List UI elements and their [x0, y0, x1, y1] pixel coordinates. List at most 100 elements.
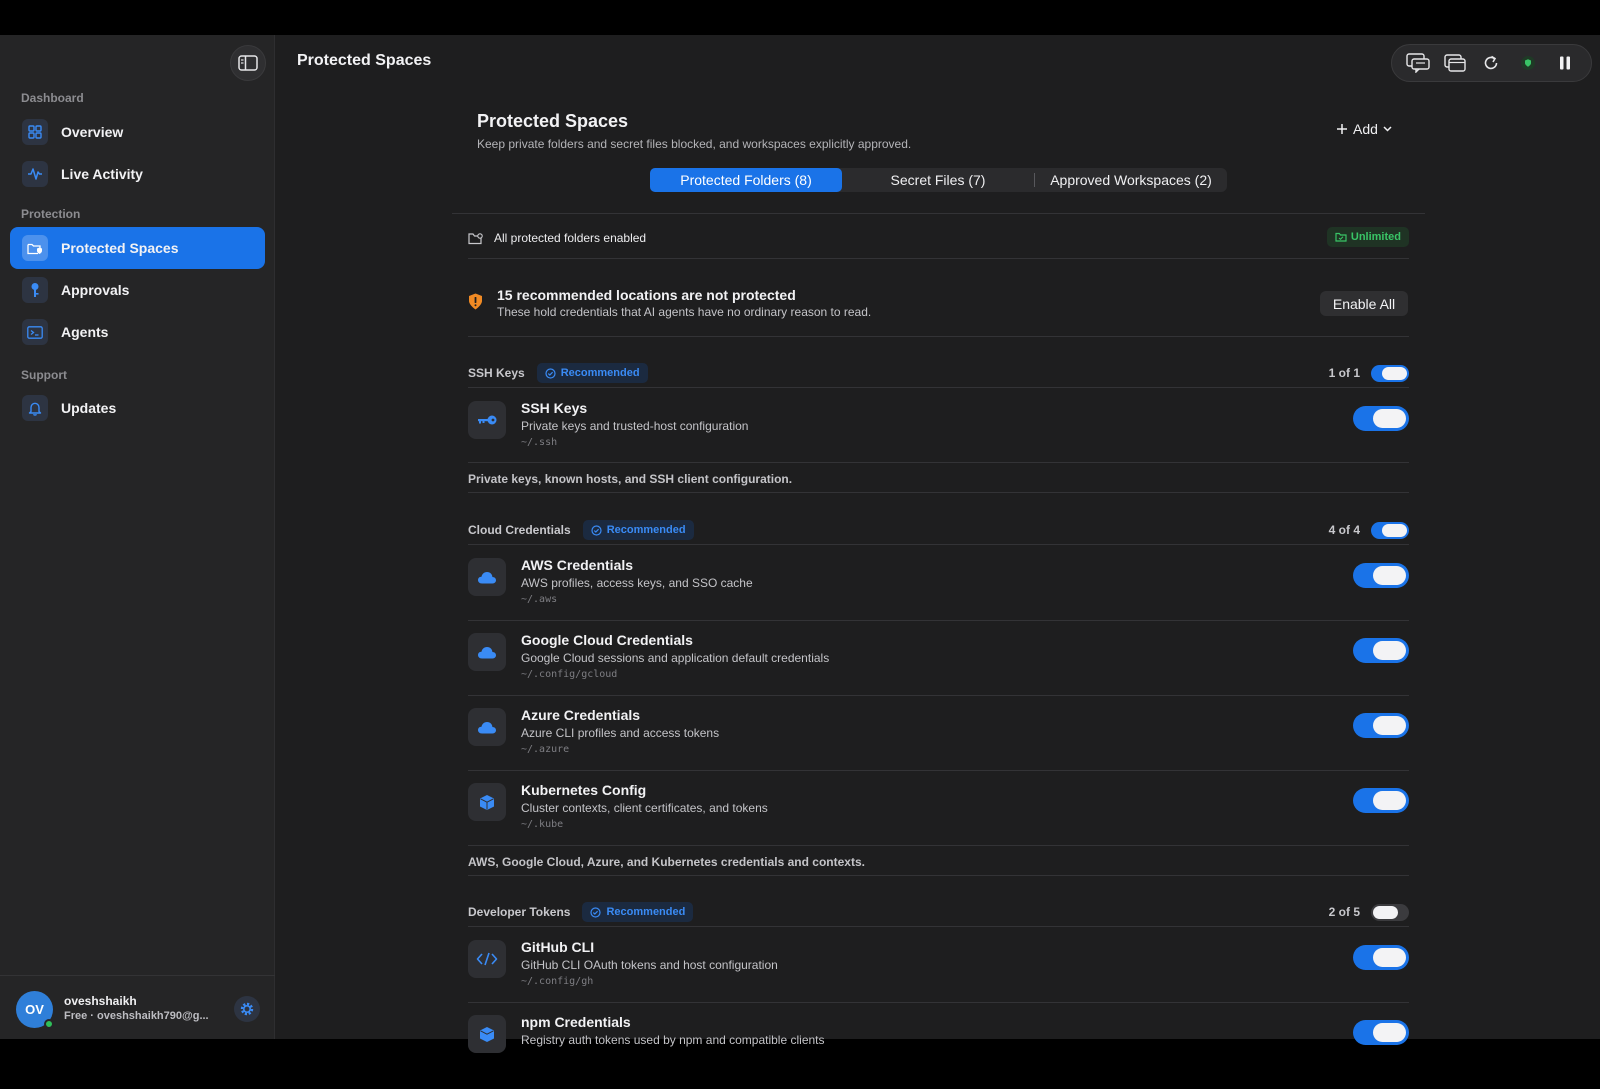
item-description: GitHub CLI OAuth tokens and host configu… [521, 958, 778, 972]
terminal-icon [22, 319, 48, 345]
group-toggle-ssh-keys[interactable] [1371, 364, 1409, 382]
divider [468, 1002, 1409, 1003]
item-toggle[interactable] [1353, 638, 1409, 663]
item-title: npm Credentials [521, 1014, 631, 1030]
section-subtitle: Keep private folders and secret files bl… [477, 137, 912, 151]
item-toggle[interactable] [1353, 945, 1409, 970]
pause-button[interactable] [1550, 48, 1580, 78]
key-icon [468, 401, 506, 439]
tab-secret-files[interactable]: Secret Files (7) [842, 168, 1034, 192]
app-window: Dashboard Overview Live Activity Protect… [0, 35, 1600, 1053]
cube-icon [468, 783, 506, 821]
group-header-cloud-credentials: Cloud Credentials Recommended 4 of 4 [468, 519, 1409, 541]
group-note: AWS, Google Cloud, Azure, and Kubernetes… [468, 855, 865, 869]
item-description: Google Cloud sessions and application de… [521, 651, 830, 665]
item-description: Private keys and trusted-host configurat… [521, 419, 749, 433]
item-title: AWS Credentials [521, 557, 634, 573]
toggle-knob [1373, 905, 1398, 919]
divider [468, 336, 1409, 337]
sidebar-item-agents[interactable]: Agents [10, 311, 265, 353]
item-toggle[interactable] [1353, 1020, 1409, 1045]
pause-icon [1559, 56, 1570, 70]
sidebar-item-protected-spaces[interactable]: Protected Spaces [10, 227, 265, 269]
sidebar-item-label: Approvals [61, 282, 130, 298]
cloud-icon [468, 708, 506, 746]
item-toggle[interactable] [1353, 713, 1409, 738]
item-path: ~/.aws [521, 594, 558, 605]
chevron-down-icon [1383, 126, 1392, 132]
sidebar-item-approvals[interactable]: Approvals [10, 269, 265, 311]
divider [468, 462, 1409, 463]
item-description: Cluster contexts, client certificates, a… [521, 801, 768, 815]
sidebar-item-overview[interactable]: Overview [10, 111, 265, 153]
status-row: All protected folders enabled Unlimited [468, 223, 1409, 253]
item-path: ~/.azure [521, 744, 570, 755]
group-header-developer-tokens: Developer Tokens Recommended 2 of 5 [468, 901, 1409, 923]
item-toggle[interactable] [1353, 788, 1409, 813]
sidebar-item-updates[interactable]: Updates [10, 387, 265, 429]
sidebar-toggle-button[interactable] [230, 45, 266, 81]
group-toggle-cloud-credentials[interactable] [1371, 521, 1409, 539]
key-icon [22, 277, 48, 303]
toggle-knob [1373, 1023, 1406, 1042]
sidebar: Dashboard Overview Live Activity Protect… [0, 35, 275, 1039]
item-title: Google Cloud Credentials [521, 632, 693, 648]
check-circle-icon [591, 524, 602, 536]
divider [468, 875, 1409, 876]
group-count: 1 of 1 [1328, 366, 1360, 380]
item-path: ~/.ssh [521, 437, 558, 448]
add-button-label: Add [1353, 121, 1378, 137]
chat-button[interactable] [1403, 48, 1433, 78]
add-button[interactable]: Add [1336, 121, 1392, 137]
item-title: Kubernetes Config [521, 782, 647, 798]
divider [468, 387, 1409, 388]
sidebar-item-label: Protected Spaces [61, 240, 179, 256]
code-icon [468, 940, 506, 978]
sidebar-item-label: Overview [61, 124, 124, 140]
protection-status-button[interactable] [1513, 48, 1543, 78]
warning-shield-icon [469, 293, 482, 310]
item-path: ~/.kube [521, 819, 564, 830]
recommended-badge: Recommended [536, 363, 648, 383]
group-header-ssh-keys: SSH Keys Recommended 1 of 1 [468, 362, 1409, 384]
online-status-dot [44, 1019, 54, 1029]
group-toggle-developer-tokens[interactable] [1371, 903, 1409, 921]
plus-icon [1337, 124, 1347, 134]
tab-approved-workspaces[interactable]: Approved Workspaces (2) [1035, 168, 1227, 192]
user-account-panel[interactable]: OV oveshshaikh Free · oveshshaikh790@g..… [0, 975, 275, 1039]
unlimited-badge-label: Unlimited [1350, 231, 1401, 243]
folder-status-icon [468, 232, 483, 244]
toggle-knob [1382, 523, 1407, 537]
tab-protected-folders[interactable]: Protected Folders (8) [650, 168, 842, 192]
divider [452, 213, 1425, 214]
section-label-support: Support [21, 368, 67, 382]
enable-all-button[interactable]: Enable All [1320, 291, 1408, 316]
item-title: SSH Keys [521, 400, 588, 416]
item-title: GitHub CLI [521, 939, 595, 955]
item-description: Azure CLI profiles and access tokens [521, 726, 720, 740]
divider [468, 258, 1409, 259]
list-item-npm-credentials: npm Credentials Registry auth tokens use… [468, 1014, 1409, 1089]
section-title: Protected Spaces [477, 111, 629, 131]
sidebar-item-label: Agents [61, 324, 109, 340]
divider [468, 695, 1409, 696]
toolbar [1391, 44, 1592, 82]
windows-button[interactable] [1440, 48, 1470, 78]
grid-icon [22, 119, 48, 145]
item-toggle[interactable] [1353, 406, 1409, 431]
refresh-button[interactable] [1476, 48, 1506, 78]
group-count: 4 of 4 [1328, 523, 1360, 537]
group-name: Cloud Credentials [468, 523, 571, 537]
divider [468, 492, 1409, 493]
sidebar-item-label: Updates [61, 400, 117, 416]
item-title: Azure Credentials [521, 707, 641, 723]
divider [468, 544, 1409, 545]
group-note: Private keys, known hosts, and SSH clien… [468, 472, 793, 486]
group-name: SSH Keys [468, 366, 525, 380]
item-toggle[interactable] [1353, 563, 1409, 588]
toggle-knob [1373, 641, 1406, 660]
recommended-badge: Recommended [582, 520, 694, 540]
sidebar-item-live-activity[interactable]: Live Activity [10, 153, 265, 195]
bell-icon [22, 395, 48, 421]
settings-button[interactable] [234, 996, 260, 1022]
